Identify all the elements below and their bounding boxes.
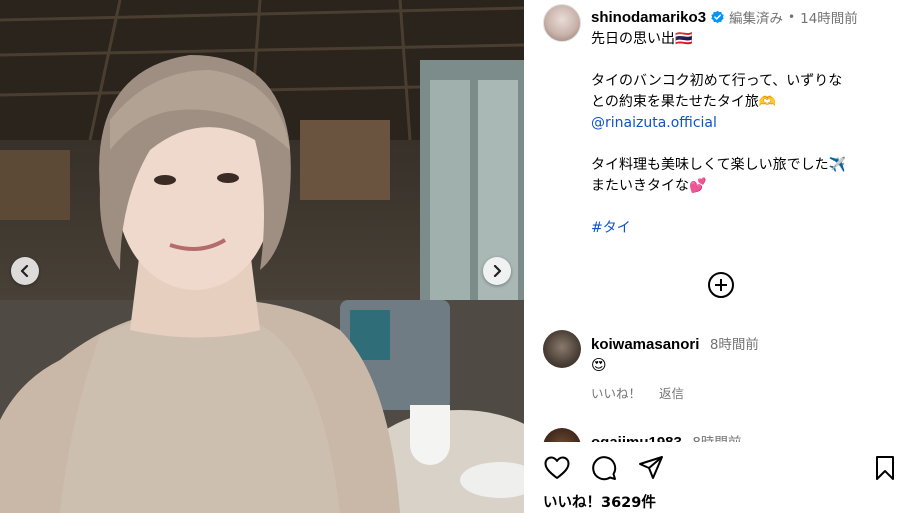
comment-like-button[interactable]: いいね！ <box>591 386 641 401</box>
post-time[interactable]: 14時間前 <box>800 7 858 27</box>
load-more-comments-button[interactable] <box>706 270 736 300</box>
comment-reply-button[interactable]: 返信 <box>659 386 684 401</box>
next-photo-button[interactable] <box>483 257 511 285</box>
previous-photo-button[interactable] <box>11 257 39 285</box>
comment-time[interactable]: 8時間前 <box>710 337 759 353</box>
post-caption: 先日の思い出🇹🇭 タイのバンコク初めて行って、いずりな との約束を果たせたタイ旅… <box>591 29 891 239</box>
hashtag-link[interactable]: #タイ <box>591 218 891 239</box>
post-photo[interactable] <box>0 0 524 513</box>
edited-label: 編集済み <box>729 11 784 27</box>
commenter-avatar[interactable] <box>543 330 581 368</box>
heart-icon[interactable] <box>543 454 571 482</box>
plus-circle-icon <box>708 272 734 298</box>
post-side-panel: shinodamariko3 編集済み • 14時間前 先日の思い出🇹🇭 タイの… <box>524 0 912 513</box>
caption-line: タイのバンコク初めて行って、いずりな <box>591 73 843 89</box>
comment-item: koiwamasanori 8時間前 😍 いいね！ 返信 <box>543 330 903 410</box>
post-action-bar: いいね！3629件 <box>524 442 912 513</box>
caption-line <box>591 197 891 218</box>
chevron-right-icon <box>493 265 502 277</box>
caption-line: との約束を果たせたタイ旅🫶 <box>591 94 777 110</box>
caption-line <box>591 50 891 71</box>
comment-actions: いいね！ 返信 <box>591 383 698 402</box>
caption-line <box>591 134 891 155</box>
chevron-left-icon <box>20 265 29 277</box>
separator: • <box>788 10 796 24</box>
comment-icon[interactable] <box>590 454 618 482</box>
author-avatar[interactable] <box>543 4 581 42</box>
mention-link[interactable]: @rinaizuta.official <box>591 113 891 134</box>
caption-line: 先日の思い出🇹🇭 <box>591 31 693 47</box>
likes-count[interactable]: いいね！3629件 <box>543 491 656 512</box>
comment-text: 😍 <box>591 356 607 374</box>
author-username[interactable]: shinodamariko3 <box>591 9 706 26</box>
bookmark-icon[interactable] <box>871 454 899 482</box>
verified-badge-icon <box>711 10 724 23</box>
caption-line: またいきタイな💕 <box>591 178 707 194</box>
comment-header: koiwamasanori 8時間前 <box>591 333 759 353</box>
author-line: shinodamariko3 編集済み • 14時間前 <box>591 7 858 28</box>
paper-plane-icon[interactable] <box>637 454 665 482</box>
photo-illustration <box>0 0 524 513</box>
caption-line: タイ料理も美味しくて楽しい旅でした✈️ <box>591 157 847 173</box>
commenter-username[interactable]: koiwamasanori <box>591 336 699 353</box>
